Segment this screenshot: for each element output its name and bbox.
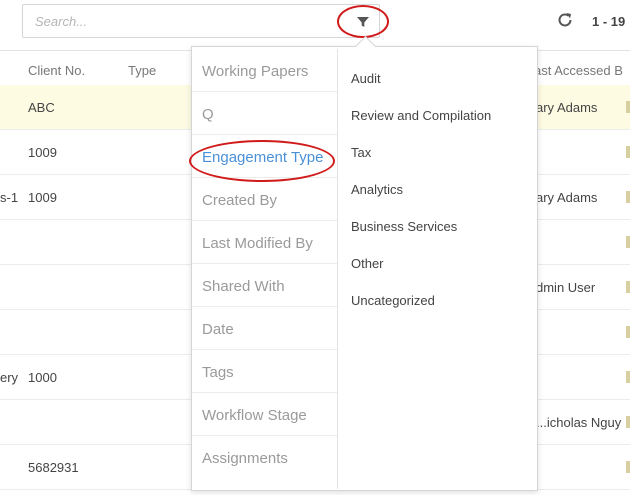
cell-name-fragment: ery	[0, 370, 19, 385]
filter-option-analytics[interactable]: Analytics	[351, 182, 403, 197]
cell-last-accessed: dmin User	[536, 280, 596, 295]
cell-client-no: ABC	[28, 100, 55, 115]
row-edge-marker	[626, 416, 630, 428]
refresh-icon[interactable]	[556, 11, 574, 29]
cell-last-accessed: ary Adams	[536, 100, 598, 115]
filter-category-tags[interactable]: Tags	[192, 350, 337, 393]
filter-category-working-papers[interactable]: Working Papers	[192, 49, 337, 92]
pagination-range: 1 - 19	[592, 14, 626, 29]
filter-category-workflow-stage[interactable]: Workflow Stage	[192, 393, 337, 436]
filter-category-assignments[interactable]: Assignments	[192, 436, 337, 479]
row-edge-marker	[626, 191, 630, 203]
column-header-last-accessed[interactable]: ast Accessed B	[534, 63, 623, 78]
filter-category-list: Working Papers Q Engagement Type Created…	[192, 49, 338, 489]
filter-category-shared-with[interactable]: Shared With	[192, 264, 337, 307]
cell-client-no: 1009	[28, 145, 57, 160]
filter-category-date[interactable]: Date	[192, 307, 337, 350]
filter-category-engagement-type[interactable]: Engagement Type	[192, 135, 337, 178]
filter-category-last-modified-by[interactable]: Last Modified By	[192, 221, 337, 264]
filter-dropdown: Working Papers Q Engagement Type Created…	[191, 35, 538, 491]
filter-category-q[interactable]: Q	[192, 92, 337, 135]
row-edge-marker	[626, 101, 630, 113]
search-input[interactable]	[33, 13, 327, 30]
cell-client-no: 1000	[28, 370, 57, 385]
filter-button[interactable]	[337, 5, 389, 38]
column-header-client-no[interactable]: Client No.	[28, 63, 85, 78]
cell-name-fragment: s-1	[0, 190, 19, 205]
filter-option-audit[interactable]: Audit	[351, 71, 381, 86]
filter-option-uncategorized[interactable]: Uncategorized	[351, 293, 435, 308]
row-edge-marker	[626, 461, 630, 473]
cell-client-no: 5682931	[28, 460, 79, 475]
row-edge-marker	[626, 326, 630, 338]
row-edge-marker	[626, 281, 630, 293]
dropdown-caret	[354, 35, 377, 58]
row-edge-marker	[626, 371, 630, 383]
filter-option-business-services[interactable]: Business Services	[351, 219, 457, 234]
cell-last-accessed: icholas Nguy...	[536, 415, 622, 430]
search-box	[22, 4, 380, 38]
column-header-type[interactable]: Type	[128, 63, 156, 78]
filter-option-review-and-compilation[interactable]: Review and Compilation	[351, 108, 491, 123]
cell-client-no: 1009	[28, 190, 57, 205]
cell-last-accessed: ary Adams	[536, 190, 598, 205]
filter-icon	[357, 16, 369, 27]
filter-option-tax[interactable]: Tax	[351, 145, 371, 160]
filter-category-created-by[interactable]: Created By	[192, 178, 337, 221]
filter-option-other[interactable]: Other	[351, 256, 384, 271]
row-edge-marker	[626, 146, 630, 158]
row-edge-marker	[626, 236, 630, 248]
